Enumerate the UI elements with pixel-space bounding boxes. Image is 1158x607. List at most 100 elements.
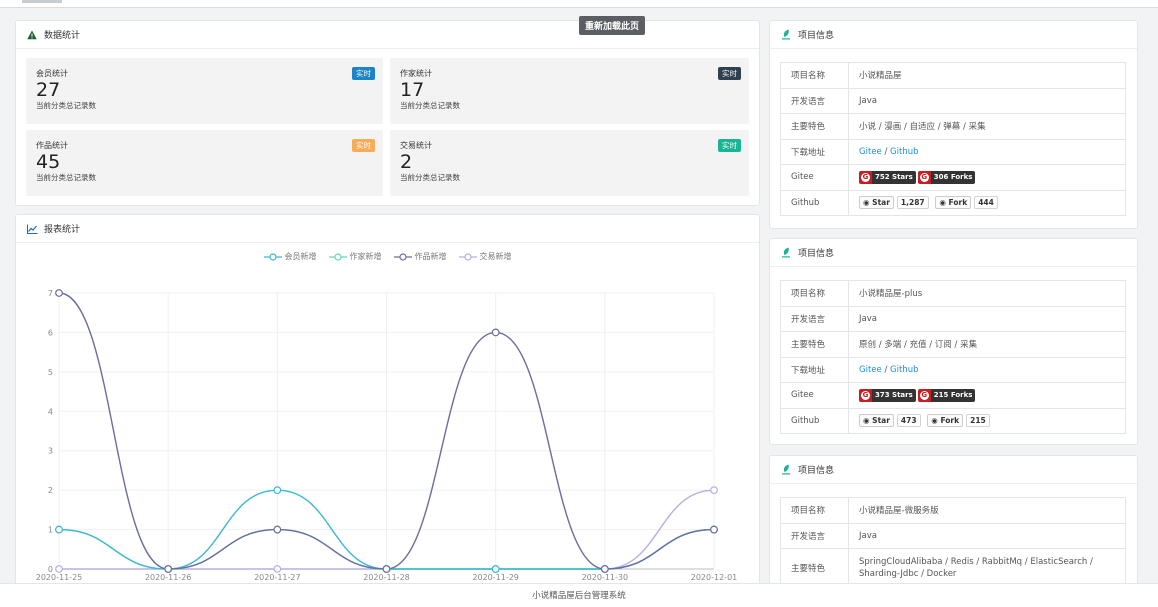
table-row: 项目名称 小说精品屋-微服务版 (780, 497, 1126, 524)
y-tick-label: 2 (48, 486, 53, 495)
project-features: SpringCloudAlibaba / Redis / RabbitMq / … (848, 548, 1126, 587)
table-row: Github ◉ Star 1,287 ◉ Fork 444 (780, 189, 1126, 216)
x-tick-label: 2020-11-27 (254, 573, 301, 582)
x-tick-label: 2020-11-29 (472, 573, 519, 582)
table-row: Gitee G 373 Stars G 215 Forks (780, 382, 1126, 409)
project-panel-2: 项目信息 项目名称 小说精品屋-plus 开发语言 Java 主要特色 原创 / 多端… (769, 238, 1138, 445)
stat-box-authors: 作家统计 实时 17 当前分类总记录数 (390, 58, 749, 124)
table-row: 下载地址 Gitee / Github (780, 356, 1126, 383)
gitee-link[interactable]: Gitee (859, 365, 882, 375)
footer: 小说精品屋后台管理系统 (0, 583, 1158, 607)
data-point (55, 565, 63, 573)
realtime-badge: 实时 (718, 139, 741, 152)
link-separator: / (881, 364, 891, 375)
leaf-icon (780, 247, 792, 259)
y-tick-label: 6 (48, 328, 53, 337)
download-links: Gitee / Github (848, 356, 1126, 383)
project-features: 小说 / 漫画 / 自适应 / 弹幕 / 采集 (848, 113, 1126, 140)
github-star-button[interactable]: ◉ Star 1,287 (859, 196, 929, 210)
gitee-forks-badge[interactable]: G 306 Forks (917, 170, 976, 184)
data-point (55, 525, 63, 534)
stat-value: 45 (36, 151, 61, 173)
data-point (273, 525, 282, 534)
report-panel: 报表统计 会员新增 作家新增 作品新增 交易新增 0 1 2 3 4 5 6 7 2020-11-25… (15, 214, 760, 589)
stat-value: 2 (400, 151, 413, 173)
data-point (710, 486, 718, 495)
y-tick-label: 3 (48, 447, 53, 456)
stat-title: 会员统计 (36, 69, 68, 78)
stat-title: 作品统计 (36, 141, 68, 150)
project-name: 小说精品屋-plus (848, 280, 1126, 307)
github-icon: ◉ (931, 416, 938, 426)
row-label: 开发语言 (780, 522, 849, 549)
star-count: 1,287 (896, 196, 929, 210)
github-icon: ◉ (863, 416, 870, 426)
row-label: 主要特色 (780, 113, 849, 140)
project-info-table: 项目名称 小说精品屋 开发语言 Java 主要特色 小说 / 漫画 / 自适应 / 弹… (780, 62, 1126, 216)
realtime-badge: 实时 (352, 139, 375, 152)
stat-value: 27 (36, 79, 61, 101)
stat-desc: 当前分类总记录数 (36, 101, 96, 110)
link-separator: / (881, 146, 891, 157)
data-point (600, 565, 609, 573)
realtime-badge: 实时 (718, 67, 741, 80)
gitee-stars-badge[interactable]: G 373 Stars (859, 388, 916, 402)
gitee-forks-badge[interactable]: G 215 Forks (917, 388, 976, 402)
github-star-button[interactable]: ◉ Star 473 (859, 414, 921, 428)
row-label: Github (780, 189, 849, 216)
stats-panel-title: 数据统计 (44, 31, 81, 41)
project-info-table: 项目名称 小说精品屋-plus 开发语言 Java 主要特色 原创 / 多端 / 充值… (780, 280, 1126, 434)
gitee-stars-badge[interactable]: G 752 Stars (859, 170, 916, 184)
gitee-badges: G 373 Stars G 215 Forks (848, 382, 1126, 409)
table-row: 项目名称 小说精品屋-plus (780, 280, 1126, 307)
download-links: Gitee / Github (848, 138, 1126, 165)
github-fork-button[interactable]: ◉ Fork 444 (935, 196, 998, 210)
project-name: 小说精品屋-微服务版 (848, 497, 1126, 524)
row-label: 项目名称 (780, 497, 849, 524)
stat-value: 17 (400, 79, 425, 101)
leaf-icon (780, 29, 792, 41)
row-label: 项目名称 (780, 62, 849, 89)
table-row: 主要特色 原创 / 多端 / 充值 / 订阅 / 采集 (780, 331, 1126, 358)
gitee-link[interactable]: Gitee (859, 147, 882, 157)
data-point (491, 328, 500, 337)
top-tab-bar (0, 0, 1158, 8)
project-info-table: 项目名称 小说精品屋-微服务版 开发语言 Java 主要特色 SpringCloudA… (780, 497, 1126, 587)
warning-icon (26, 29, 38, 41)
gitee-icon: G (919, 390, 929, 400)
table-row: 开发语言 Java (780, 305, 1126, 332)
table-row: 下载地址 Gitee / Github (780, 138, 1126, 165)
row-label: 主要特色 (780, 548, 849, 587)
fork-count: 215 (966, 414, 990, 428)
gitee-icon: G (861, 390, 870, 400)
gitee-badges: G 752 Stars G 306 Forks (848, 164, 1126, 191)
project-features: 原创 / 多端 / 充值 / 订阅 / 采集 (848, 331, 1126, 358)
table-row: 开发语言 Java (780, 522, 1126, 549)
x-tick-label: 2020-11-26 (145, 573, 192, 582)
data-point (382, 565, 391, 573)
project-panel-3: 项目信息 项目名称 小说精品屋-微服务版 开发语言 Java 主要特色 SpringC… (769, 455, 1138, 595)
table-row: 主要特色 SpringCloudAlibaba / Redis / RabbitM… (780, 548, 1126, 587)
y-tick-label: 7 (48, 289, 53, 298)
table-row: 开发语言 Java (780, 87, 1126, 114)
data-point (491, 565, 500, 573)
github-link[interactable]: Github (890, 365, 918, 375)
stat-box-members: 会员统计 实时 27 当前分类总记录数 (26, 58, 383, 124)
stat-title: 作家统计 (400, 69, 432, 78)
realtime-badge: 实时 (352, 67, 375, 80)
project-language: Java (848, 305, 1126, 332)
x-tick-label: 2020-11-30 (582, 573, 629, 582)
project-language: Java (848, 87, 1126, 114)
github-link[interactable]: Github (890, 147, 918, 157)
row-label: Gitee (780, 382, 849, 409)
row-label: 项目名称 (780, 280, 849, 307)
stat-desc: 当前分类总记录数 (36, 173, 96, 182)
active-tab-indicator[interactable] (22, 0, 62, 3)
gitee-icon: G (919, 172, 929, 182)
github-buttons: ◉ Star 473 ◉ Fork 215 (848, 407, 1126, 434)
reload-tooltip: 重新加载此页 (579, 16, 646, 35)
github-icon: ◉ (939, 198, 946, 208)
github-fork-button[interactable]: ◉ Fork 215 (927, 414, 990, 428)
github-buttons: ◉ Star 1,287 ◉ Fork 444 (848, 189, 1126, 216)
project-panel-header: 项目信息 (770, 21, 1137, 49)
